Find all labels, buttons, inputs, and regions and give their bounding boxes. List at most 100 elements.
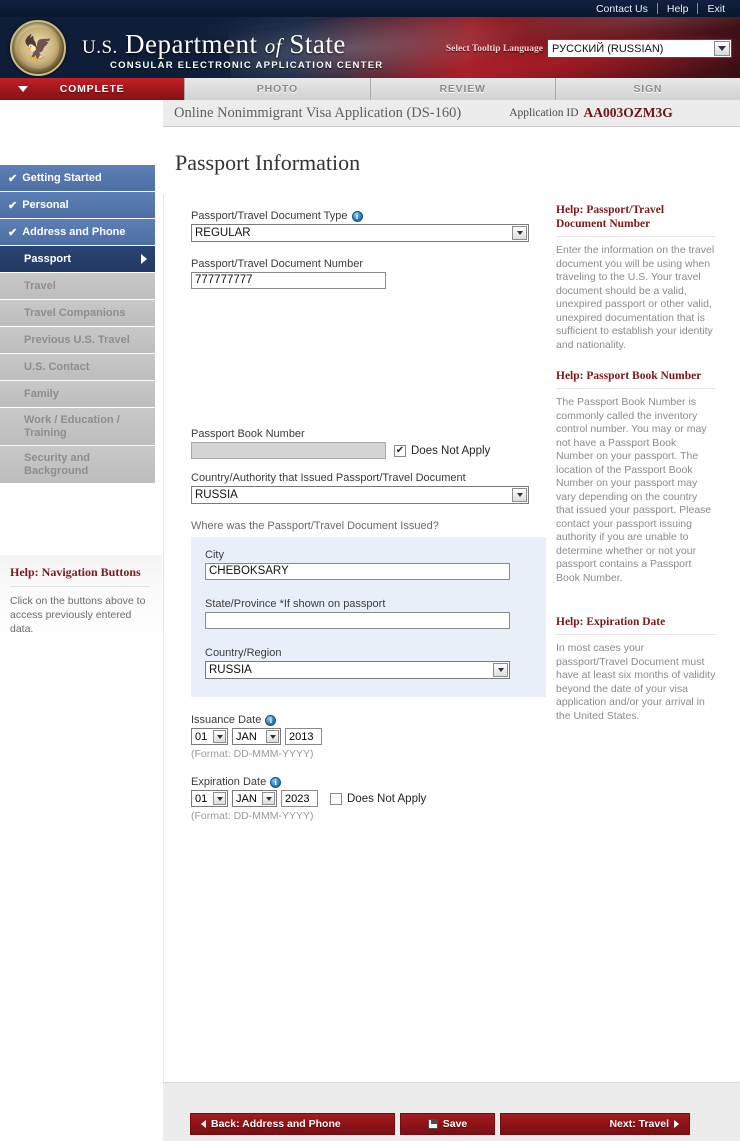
sidebar-item-address-and-phone[interactable]: ✔ Address and Phone [0,219,155,246]
help-title: Help: Passport/Travel Document Number [556,203,716,237]
sidebar-item-label: Travel Companions [24,307,126,319]
exit-link[interactable]: Exit [698,2,734,16]
document-number-input[interactable]: 777777777 [191,272,386,289]
chevron-down-icon[interactable] [512,488,527,502]
tab-photo[interactable]: PHOTO [185,78,371,100]
next-button[interactable]: Next: Travel [500,1113,690,1135]
book-number-does-not-apply-checkbox[interactable]: ✔ [394,444,406,457]
expiration-month-select[interactable]: JAN [232,790,277,807]
field-document-number: Passport/Travel Document Number 77777777… [191,258,546,289]
sidebar-item-label: Personal [22,199,69,211]
check-icon: ✔ [8,226,18,239]
chevron-down-icon[interactable] [262,792,275,805]
issuance-day-select[interactable]: 01 [191,728,228,745]
city-value: CHEBOKSARY [209,565,289,577]
tab-sign-label: SIGN [633,83,663,95]
masthead: 🦅 U.S. Department of State CONSULAR ELEC… [0,17,740,78]
book-number-input [191,442,386,459]
issuance-date-label: Issuance Date [191,714,262,726]
issued-where-section: Where was the Passport/Travel Document I… [191,520,546,697]
sidebar-item-personal[interactable]: ✔ Personal [0,192,155,219]
expiration-does-not-apply-row[interactable]: Does Not Apply [330,792,426,805]
button-bar: Back: Address and Phone Save Next: Trave… [190,1113,690,1135]
book-number-does-not-apply-row[interactable]: ✔ Does Not Apply [394,444,490,457]
sidebar-item-label: Getting Started [22,172,102,184]
help-title: Help: Passport Book Number [556,369,716,389]
masthead-subtitle: CONSULAR ELECTRONIC APPLICATION CENTER [110,60,384,71]
expiration-month-value: JAN [236,792,257,805]
expiration-date-label-row: Expiration Date i [191,776,546,788]
page-title: Passport Information [175,150,361,175]
tooltip-language-selector[interactable]: Select Tooltip Language РУССКИЙ (RUSSIAN… [446,39,732,58]
info-icon[interactable]: i [270,776,282,788]
info-icon[interactable]: i [265,714,277,726]
document-type-label-row: Passport/Travel Document Type i [191,210,546,222]
chevron-down-icon[interactable] [213,792,226,805]
tab-review[interactable]: REVIEW [370,78,556,100]
arrow-right-icon [674,1120,679,1128]
masthead-title-of: of [264,34,283,58]
sidebar-item-label: Previous U.S. Travel [24,334,130,346]
chevron-down-icon[interactable] [213,730,226,743]
chevron-down-icon[interactable] [266,730,279,743]
expiration-day-select[interactable]: 01 [191,790,228,807]
tab-sign[interactable]: SIGN [555,78,740,100]
issuance-year-input[interactable]: 2013 [285,728,322,745]
masthead-title-department: Department [125,29,258,59]
help-link[interactable]: Help [658,2,698,16]
sidebar-item-previous-us-travel[interactable]: Previous U.S. Travel [0,327,155,354]
sidebar-item-label: Travel [24,280,56,292]
chevron-down-icon[interactable] [714,41,730,56]
navigation-help-title: Help: Navigation Buttons [10,565,150,587]
sidebar-item-getting-started[interactable]: ✔ Getting Started [0,165,155,192]
issuance-month-select[interactable]: JAN [232,728,281,745]
document-type-value: REGULAR [195,227,251,239]
city-label: City [205,549,224,561]
expiration-date-format-note: (Format: DD-MMM-YYYY) [191,810,314,822]
ds160-passport-page: Contact Us Help Exit 🦅 U.S. Department o… [0,0,740,1141]
sidebar-item-security-and-background[interactable]: Security and Background [0,446,155,484]
navigation-help-body: Click on the buttons above to access pre… [10,595,146,635]
application-bar: Online Nonimmigrant Visa Application (DS… [163,100,740,127]
field-country-region: Country/Region RUSSIA [205,647,532,679]
field-issuance-date: Issuance Date i 01 JAN 2013 (Format: DD-… [191,714,546,760]
city-input[interactable]: CHEBOKSARY [205,563,510,580]
help-block-book-number: Help: Passport Book Number The Passport … [556,369,716,585]
chevron-down-icon[interactable] [493,663,508,677]
sidebar-item-passport[interactable]: Passport [0,246,155,273]
save-button-label: Save [442,1118,468,1130]
tooltip-language-dropdown[interactable]: РУССКИЙ (RUSSIAN) [547,39,732,58]
field-document-type: Passport/Travel Document Type i REGULAR [191,210,546,242]
help-body: The Passport Book Number is commonly cal… [556,396,712,584]
sidebar-item-label: Work / Education / Training [24,413,120,439]
field-country-issued: Country/Authority that Issued Passport/T… [191,472,546,504]
sidebar-item-us-contact[interactable]: U.S. Contact [0,354,155,381]
sidebar-item-travel-companions[interactable]: Travel Companions [0,300,155,327]
issued-where-panel: City CHEBOKSARY State/Province *If shown… [191,537,546,697]
expiration-year-input[interactable]: 2023 [281,790,318,807]
next-button-label: Next: Travel [609,1118,669,1130]
save-button[interactable]: Save [400,1113,495,1135]
caret-down-icon [18,86,28,92]
expiration-date-controls: 01 JAN 2023 Does Not Apply [191,790,546,807]
document-type-select[interactable]: REGULAR [191,224,529,242]
issued-where-label: Where was the Passport/Travel Document I… [191,520,439,532]
tab-complete[interactable]: COMPLETE [0,78,186,100]
info-icon[interactable]: i [351,210,363,222]
chevron-down-icon[interactable] [512,226,527,240]
back-button[interactable]: Back: Address and Phone [190,1113,395,1135]
tooltip-language-label: Select Tooltip Language [445,43,543,54]
country-issued-select[interactable]: RUSSIA [191,486,529,504]
sidebar-item-work-education-training[interactable]: Work / Education / Training [0,408,155,446]
issuance-year-value: 2013 [289,730,314,743]
sidebar-item-label: Family [24,388,59,400]
country-region-select[interactable]: RUSSIA [205,661,510,679]
contact-us-link[interactable]: Contact Us [587,2,657,16]
state-province-input[interactable] [205,612,510,629]
sidebar-item-family[interactable]: Family [0,381,155,408]
sidebar-item-travel[interactable]: Travel [0,273,155,300]
application-id-label: Application ID [509,107,579,119]
expiration-does-not-apply-checkbox[interactable] [330,792,342,805]
field-passport-book-number: Passport Book Number ✔ Does Not Apply [191,428,546,459]
masthead-title-us: U.S. [82,37,118,58]
